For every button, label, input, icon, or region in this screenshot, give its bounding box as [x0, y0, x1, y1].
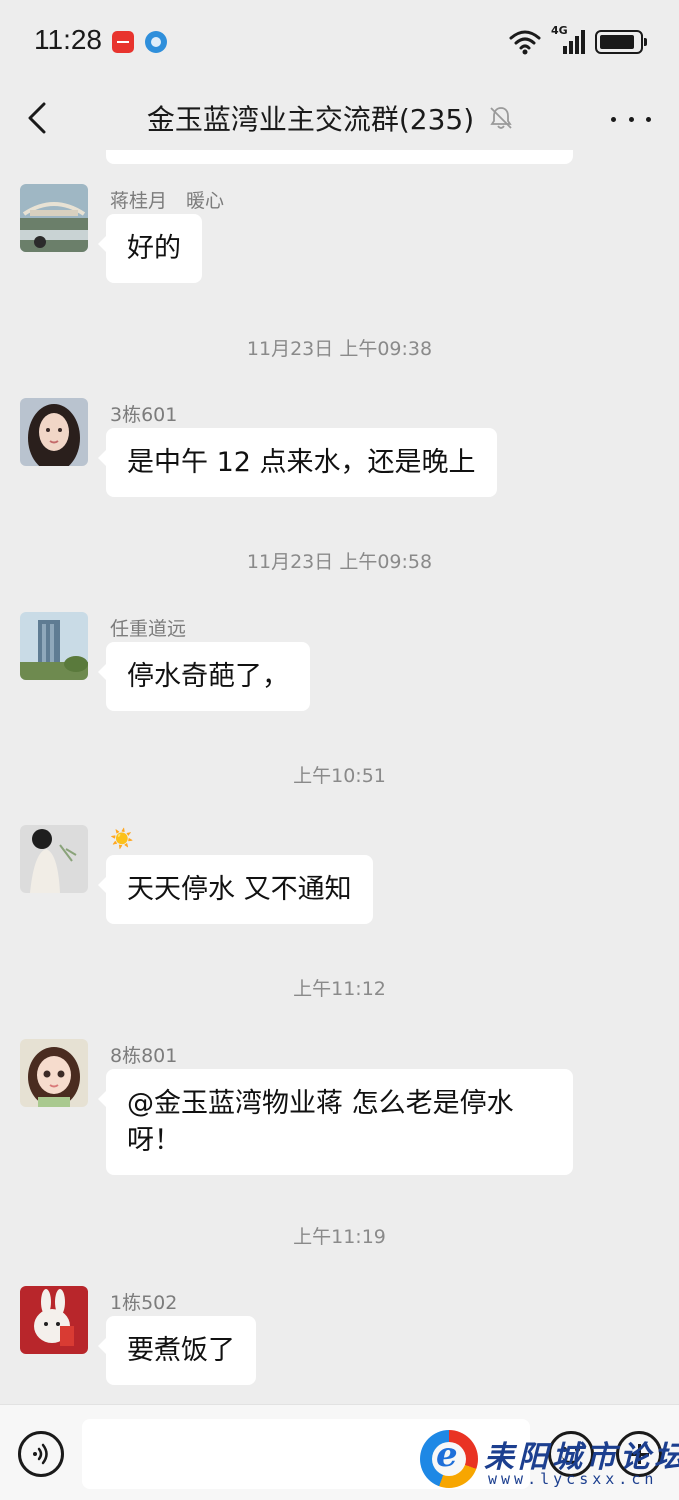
message-bubble[interactable]: 好的 [98, 214, 202, 283]
bunny-avatar[interactable] [20, 1286, 88, 1354]
watermark-url: www.lycsxx.cn [488, 1470, 658, 1488]
chat-title: 金玉蓝湾业主交流群(235) [146, 103, 475, 136]
message-bubble[interactable]: 停水奇葩了， [98, 642, 310, 711]
voice-input-button[interactable] [18, 1431, 64, 1477]
network-type: 4G [551, 24, 568, 37]
sender-name: 蒋桂月 暖心 [110, 190, 225, 212]
status-bar: 11:28 4G [0, 0, 679, 86]
woman-back-avatar[interactable] [20, 825, 88, 893]
sender-name: 1栋502 [110, 1292, 178, 1314]
cartoon-girl-avatar[interactable] [20, 1039, 88, 1107]
huawei-app-icon [112, 31, 134, 53]
more-options-button[interactable] [611, 104, 651, 134]
girl-portrait-avatar[interactable] [20, 398, 88, 466]
sender-name: ☀️ [110, 828, 134, 850]
voice-icon [33, 1443, 48, 1465]
timestamp: 上午11:19 [293, 1226, 386, 1248]
timestamp: 11月23日 上午09:58 [246, 551, 433, 573]
building-photo-avatar[interactable] [20, 612, 88, 680]
timestamp: 上午10:51 [293, 765, 386, 787]
cellular-signal-icon: 4G [551, 24, 585, 56]
sender-name: 3栋601 [110, 404, 178, 426]
chat-header: 金玉蓝湾业主交流群(235) [0, 86, 679, 152]
sender-name: 8栋801 [110, 1045, 178, 1067]
timestamp: 11月23日 上午09:38 [246, 338, 433, 360]
status-time: 11:28 [34, 24, 102, 55]
bridge-photo-avatar[interactable] [20, 184, 88, 252]
message-bubble[interactable]: @金玉蓝湾物业蒋 怎么老是停水呀！ [98, 1069, 573, 1175]
battery-icon [595, 30, 647, 54]
more-dots-icon [611, 116, 616, 122]
message-bubble[interactable]: 天天停水 又不通知 [98, 855, 373, 924]
mute-bell-icon [490, 107, 512, 129]
sender-name: 任重道远 [110, 618, 187, 640]
wifi-icon [509, 30, 541, 55]
chat-title-area: 金玉蓝湾业主交流群(235) [0, 98, 679, 138]
message-bubble[interactable]: 要煮饭了 [98, 1316, 256, 1385]
message-bubble[interactable]: 是中午 12 点来水，还是晚上 [98, 428, 497, 497]
forum-watermark: e 耒阳城市论坛 www.lycsxx.cn [420, 1426, 679, 1496]
previous-message-bubble[interactable] [106, 150, 573, 164]
status-icons: 4G [509, 24, 647, 56]
browser-app-icon [145, 31, 167, 53]
timestamp: 上午11:12 [293, 978, 386, 1000]
